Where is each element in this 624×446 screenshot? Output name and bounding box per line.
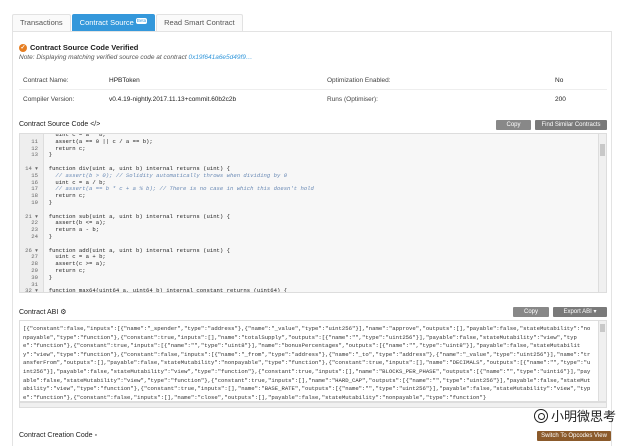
tab-contract-source[interactable]: Contract Source Beta	[71, 14, 156, 31]
contract-name-row: Contract Name: HPBToken	[23, 77, 140, 84]
abi-textarea[interactable]: [{"constant":false,"inputs":[{"name":"_s…	[19, 320, 607, 402]
top-cutoff-text	[0, 0, 624, 6]
abi-scrollbar[interactable]	[598, 321, 606, 401]
compiler-row: Compiler Version: v0.4.19-nightly.2017.1…	[23, 96, 236, 103]
code-scrollbar[interactable]	[598, 134, 606, 292]
tab-transactions[interactable]: Transactions	[12, 14, 71, 31]
verified-icon: ✓	[19, 43, 27, 52]
line-number: 32 ▾	[25, 287, 38, 293]
optimization-value: No	[555, 77, 564, 84]
contract-address-link[interactable]: 0x19f641a6e5d49f9…	[188, 54, 252, 61]
abi-scroll-thumb[interactable]	[600, 324, 605, 332]
abi-title: Contract ABI	[19, 309, 59, 316]
verified-note: Note: Displaying matching verified sourc…	[19, 54, 252, 61]
info-icon: ▫	[94, 432, 97, 439]
tab-read-contract-label: Read Smart Contract	[164, 18, 235, 27]
line-text: function max64(uint64 a, uint64 b) inter…	[42, 287, 288, 293]
switch-opcodes-button[interactable]: Switch To Opcodes View	[537, 431, 611, 441]
copy-source-button[interactable]: Copy	[496, 120, 531, 130]
tab-bar: Transactions Contract Source Beta Read Sm…	[12, 14, 244, 31]
compiler-value: v0.4.19-nightly.2017.11.13+commit.60b2c2…	[109, 96, 237, 103]
divider	[19, 89, 607, 90]
switch-opcodes-label: Switch To Opcodes View	[541, 433, 607, 439]
wechat-logo-icon	[533, 408, 548, 423]
source-code-title: Contract Source Code </>	[19, 121, 101, 128]
find-similar-button[interactable]: Find Similar Contracts	[535, 120, 607, 130]
beta-badge: Beta	[135, 18, 148, 24]
note-prefix: Note: Displaying matching verified sourc…	[19, 54, 189, 61]
contract-name-label: Contract Name:	[23, 77, 69, 84]
runs-label: Runs (Optimiser):	[327, 96, 378, 103]
code-scroll-thumb[interactable]	[600, 144, 605, 156]
copy-source-label: Copy	[506, 122, 521, 128]
tab-contract-source-label: Contract Source	[79, 18, 134, 27]
abi-title-wrap: Contract ABI ⚙	[19, 308, 67, 316]
compiler-label: Compiler Version:	[23, 96, 75, 103]
runs-row: Runs (Optimiser): 200	[327, 96, 566, 103]
contract-source-panel: ✓ Contract Source Code Verified Note: Di…	[12, 31, 612, 446]
find-similar-label: Find Similar Contracts	[541, 122, 601, 128]
copy-abi-label: Copy	[523, 309, 538, 315]
tab-read-smart-contract[interactable]: Read Smart Contract	[156, 14, 243, 31]
source-code-editor[interactable]: uint c = a * b; 11 assert(a == 0 || c / a…	[19, 133, 607, 293]
tab-transactions-label: Transactions	[20, 18, 63, 27]
export-abi-label: Export ABI	[563, 309, 592, 315]
creation-code-title: Contract Creation Code	[19, 432, 93, 439]
verified-heading: ✓ Contract Source Code Verified	[19, 43, 138, 52]
settings-icon: ⚙	[60, 309, 67, 316]
copy-abi-button[interactable]: Copy	[513, 307, 549, 317]
export-abi-button[interactable]: Export ABI ▾	[553, 307, 607, 317]
watermark-text: 小明微思考	[550, 409, 616, 424]
contract-name-value: HPBToken	[109, 77, 140, 84]
creation-code-title-wrap: Contract Creation Code ▫	[19, 432, 97, 439]
optimization-row: Optimization Enabled: No	[327, 77, 563, 84]
code-line: 32 ▾ function max64(uint64 a, uint64 b) …	[20, 287, 600, 293]
watermark: 小明微思考	[533, 406, 616, 425]
abi-horizontal-scrollbar[interactable]	[19, 402, 607, 408]
verified-title: Contract Source Code Verified	[30, 43, 139, 52]
optimization-label: Optimization Enabled:	[327, 77, 391, 84]
abi-text: [{"constant":false,"inputs":[{"name":"_s…	[23, 325, 591, 401]
runs-value: 200	[555, 96, 566, 103]
